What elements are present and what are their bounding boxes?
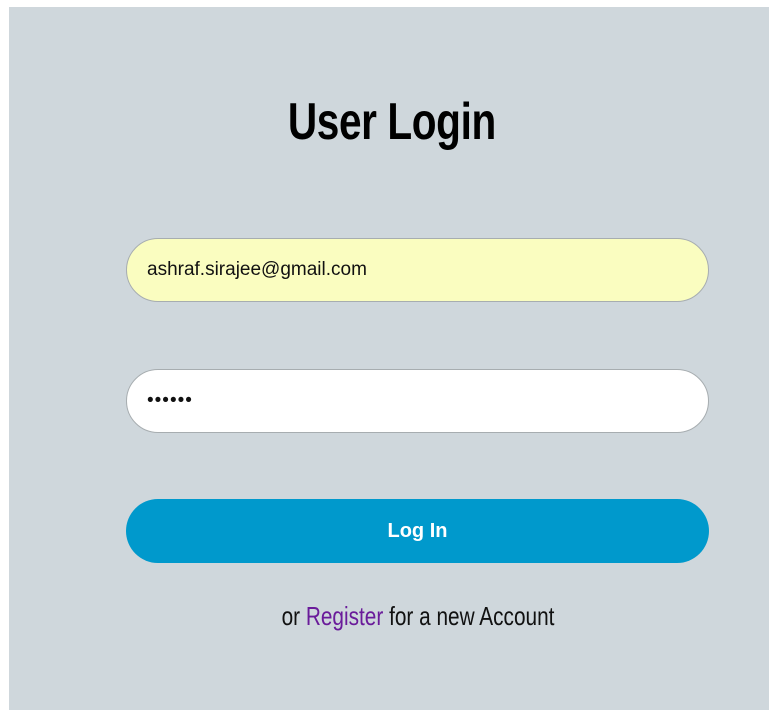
page-title: User Login [287,93,496,151]
register-prompt: or Register for a new Account [84,598,753,634]
register-suffix: for a new Account [383,601,555,631]
login-button[interactable]: Log In [126,499,709,563]
password-field[interactable] [126,369,709,433]
register-prefix: or [281,601,306,631]
email-field[interactable] [126,238,709,302]
register-link[interactable]: Register [306,601,383,631]
